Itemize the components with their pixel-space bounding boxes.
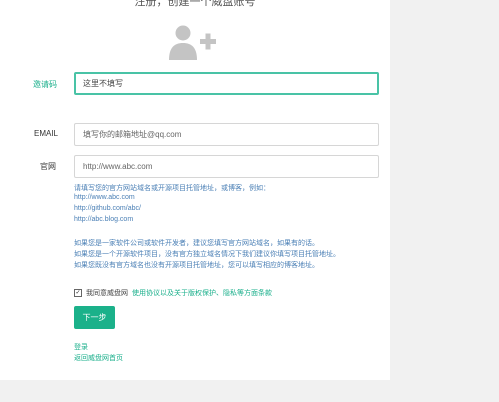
website-hint-line: 如果您是一家软件公司或软件开发者，建议您填写官方网站域名，如果有的话。 [74, 240, 319, 247]
login-link[interactable]: 登录 [74, 342, 88, 352]
email-input[interactable]: 填写你的邮箱地址@qq.com [74, 123, 379, 146]
home-link[interactable]: 返回威盘网首页 [74, 353, 123, 363]
agree-checkbox[interactable]: ✓ [74, 289, 82, 297]
invite-code-input[interactable]: 这里不填写 [74, 72, 379, 95]
page-title: 注册，创建一个威盘账号 [134, 0, 256, 8]
agree-text: 我同意威盘网 [86, 290, 128, 297]
website-hint-example: http://abc.blog.com [74, 216, 134, 223]
website-label: 官网 [40, 162, 56, 171]
next-button[interactable]: 下一步 [74, 306, 115, 329]
invite-code-label: 邀请码 [33, 80, 57, 89]
website-hint-line: 如果您是一个开源软件项目，没有官方独立域名情况下我们建议你填写项目托管地址。 [74, 251, 340, 258]
website-hint-example: http://github.com/abc/ [74, 205, 141, 212]
website-hint-example: http://www.abc.com [74, 194, 135, 201]
website-hint-line: 如果您既没有官方域名也没有开源项目托管地址，您可以填写相应的博客地址。 [74, 262, 319, 269]
email-label: EMAIL [34, 129, 59, 138]
website-input[interactable]: http://www.abc.com [74, 155, 379, 178]
agreement-row: ✓ 我同意威盘网 使用协议以及关于版权保护、隐私等方面条款 [74, 288, 272, 298]
add-user-icon [169, 25, 216, 60]
terms-link[interactable]: 使用协议以及关于版权保护、隐私等方面条款 [132, 288, 272, 298]
website-hint-line: 请填写您的官方网站域名或开源项目托管地址，或博客，例如： [74, 185, 270, 192]
register-panel: 注册，创建一个威盘账号 邀请码 这里不填写 EMAIL 填写你的邮箱地址@qq.… [0, 0, 390, 380]
